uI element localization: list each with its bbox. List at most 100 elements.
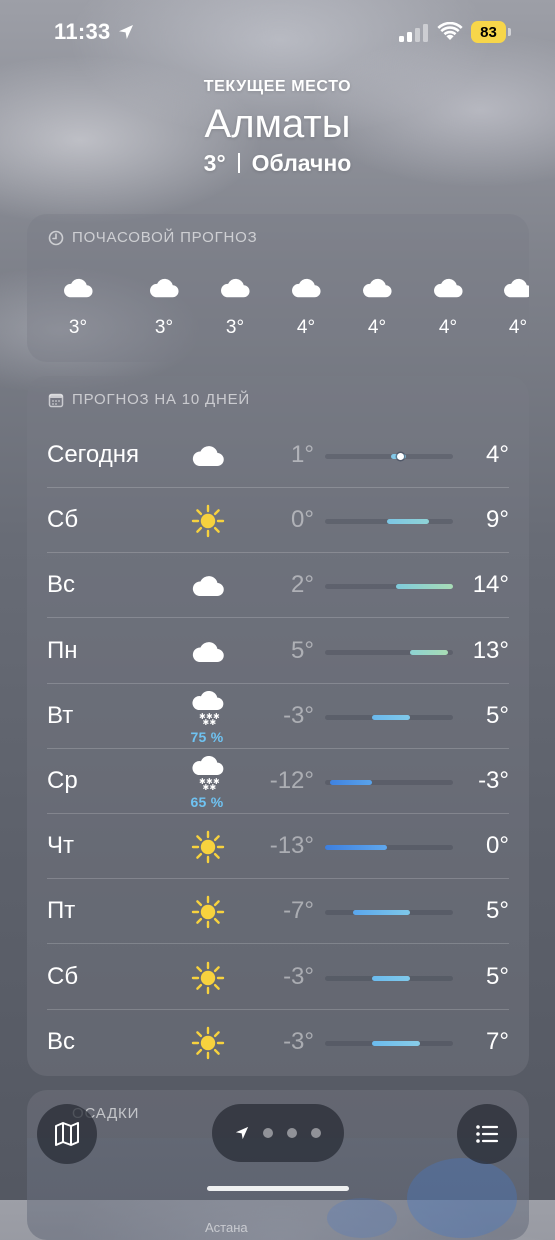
hourly-forecast-card[interactable]: ПОЧАСОВОЙ ПРОГНОЗ 3° 3° 3° 4° 4° 4° 4°	[27, 214, 529, 362]
hourly-temperature: 3°	[225, 317, 245, 338]
map-button[interactable]	[37, 1104, 97, 1164]
day-row[interactable]: Вт ✱ ✱ ✱ ✱ ✱ 75 % -3° 5°	[47, 685, 509, 749]
day-row[interactable]: Пт -7° 5°	[47, 880, 509, 945]
low-temperature: -3°	[283, 701, 314, 729]
snow-cloud-icon: ✱ ✱ ✱ ✱ ✱	[190, 756, 226, 792]
page-dot[interactable]	[287, 1128, 297, 1138]
temperature-range-track	[325, 714, 453, 720]
ten-day-forecast-title: ПРОГНОЗ НА 10 ДНЕЙ	[48, 391, 250, 408]
day-name: Пт	[47, 897, 76, 925]
high-temperature: 5°	[486, 897, 509, 925]
sun-icon	[190, 829, 226, 865]
low-temperature: -12°	[269, 767, 314, 794]
temperature-range-track	[325, 910, 453, 916]
hourly-item: 4°	[276, 276, 336, 339]
day-name: Сб	[47, 962, 79, 990]
clock-icon	[48, 230, 64, 245]
cloud-icon	[190, 568, 226, 604]
hourly-temperature: 4°	[438, 317, 458, 338]
ten-day-forecast-title-text: ПРОГНОЗ НА 10 ДНЕЙ	[72, 391, 251, 408]
row-divider	[47, 878, 509, 880]
wifi-icon	[437, 22, 463, 40]
svg-text:✱: ✱	[210, 783, 217, 792]
battery-level: 83	[471, 21, 506, 43]
high-temperature: 5°	[486, 701, 509, 729]
precipitation-chance: 65 %	[190, 794, 224, 810]
page-indicator[interactable]	[212, 1104, 344, 1162]
page-dot[interactable]	[263, 1128, 273, 1138]
row-divider	[47, 552, 509, 554]
hourly-forecast-title: ПОЧАСОВОЙ ПРОГНОЗ	[48, 229, 258, 246]
low-temperature: -13°	[269, 832, 314, 860]
calendar-icon	[48, 393, 64, 407]
high-temperature: 7°	[486, 1027, 509, 1055]
row-divider	[47, 943, 509, 945]
status-time: 11:33	[54, 19, 111, 44]
day-row[interactable]: Сб 0° 9°	[47, 489, 509, 554]
page-dot[interactable]	[311, 1128, 321, 1138]
cloud-icon	[347, 276, 407, 300]
battery-indicator: 83	[471, 21, 511, 43]
temperature-range-track	[325, 453, 453, 460]
temperature-range-track	[325, 519, 453, 525]
day-name: Вт	[47, 701, 74, 729]
temperature-range-bar	[396, 584, 453, 590]
hourly-temperature: 4°	[296, 317, 316, 338]
hourly-temperature: 3°	[68, 317, 88, 338]
separator	[237, 153, 240, 173]
hourly-item: 4°	[488, 276, 529, 339]
day-row[interactable]: Пн 5° 13°	[47, 620, 509, 684]
svg-text:✱: ✱	[210, 718, 217, 727]
battery-tip	[508, 28, 511, 36]
hourly-item: 3°	[48, 276, 108, 339]
high-temperature: 9°	[486, 506, 509, 534]
row-divider	[47, 617, 509, 619]
row-divider	[47, 682, 509, 684]
day-row[interactable]: Сегодня 1° 4°	[47, 424, 509, 488]
cloud-icon	[205, 276, 265, 300]
hourly-temperature: 4°	[508, 317, 528, 338]
day-row[interactable]: Ср ✱ ✱ ✱ ✱ ✱ 65 % -12° -3°	[47, 750, 509, 814]
temperature-range-bar	[329, 780, 373, 785]
cloud-icon	[48, 276, 108, 300]
temperature-range-track	[325, 649, 453, 655]
current-conditions: 3° Облачно	[0, 148, 555, 178]
day-row[interactable]: Чт -13° 0°	[47, 815, 509, 880]
day-name: Пн	[47, 636, 78, 664]
sun-icon	[190, 894, 226, 930]
day-name: Ср	[47, 767, 78, 794]
low-temperature: -7°	[283, 897, 314, 925]
sun-icon	[190, 960, 226, 996]
day-name: Сегодня	[47, 441, 139, 468]
row-divider	[47, 747, 509, 749]
cloud-icon	[190, 634, 226, 670]
hourly-item: 3°	[134, 276, 194, 339]
row-divider	[47, 1008, 509, 1010]
sun-icon	[190, 1025, 226, 1061]
temperature-range-track	[325, 584, 453, 590]
city-name: Алматы	[204, 102, 351, 146]
precipitation-chance: 75 %	[190, 728, 224, 745]
temperature-range-track	[325, 845, 453, 851]
city-list-button[interactable]	[457, 1104, 517, 1164]
location-arrow-icon	[235, 1126, 249, 1140]
low-temperature: 5°	[291, 636, 314, 664]
day-row[interactable]: Вс -3° 7°	[47, 1011, 509, 1075]
home-indicator	[207, 1186, 349, 1191]
temperature-range-bar	[372, 1040, 420, 1046]
hourly-item: 4°	[347, 276, 407, 339]
low-temperature: 0°	[291, 506, 314, 534]
location-label: ТЕКУЩЕЕ МЕСТО	[203, 78, 352, 95]
day-row[interactable]: Сб -3° 5°	[47, 946, 509, 1010]
row-divider	[47, 813, 509, 814]
low-temperature: 1°	[291, 441, 314, 468]
high-temperature: 14°	[472, 571, 509, 599]
high-temperature: -3°	[478, 767, 509, 794]
cloud-icon	[488, 276, 529, 300]
temperature-range-track	[325, 975, 453, 981]
hourly-temperature: 3°	[154, 317, 174, 338]
day-row[interactable]: Вс 2° 14°	[47, 554, 509, 619]
precipitation-area	[327, 1198, 397, 1238]
temperature-range-bar	[372, 714, 411, 720]
ten-day-forecast-card[interactable]: ПРОГНОЗ НА 10 ДНЕЙ Сегодня 1° 4° Сб 0° 9° Вс 2°…	[27, 376, 529, 1076]
